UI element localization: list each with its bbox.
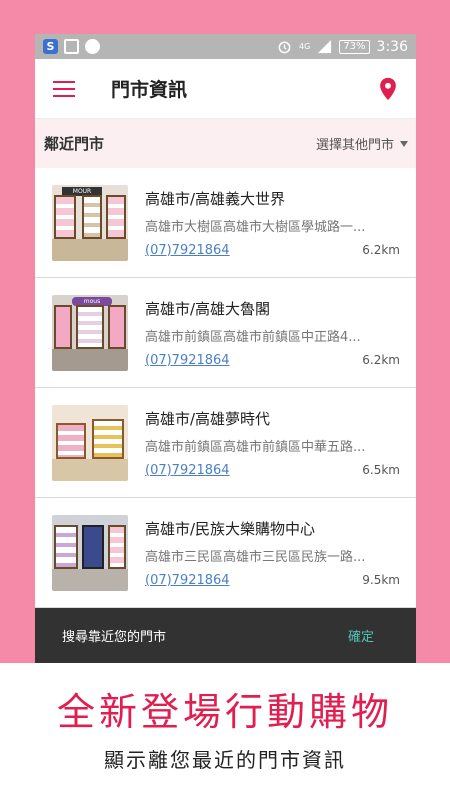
map-pin-icon[interactable]: [378, 77, 398, 101]
store-address: 高雄市前鎮區高雄市前鎮區中正路4...: [145, 329, 361, 345]
store-phone-link[interactable]: (07)7921864: [145, 573, 230, 588]
phone-screen: S 4G 73% 3:36 門市資訊 鄰近門市 選擇其他門市 MOUR 高雄市/…: [35, 34, 416, 663]
status-bar: S 4G 73% 3:36: [35, 34, 416, 59]
network-type: 4G: [299, 42, 311, 51]
store-address: 高雄市三民區高雄市三民區民族一路...: [145, 549, 366, 565]
store-row[interactable]: 高雄市/民族大樂購物中心 高雄市三民區高雄市三民區民族一路... (07)792…: [35, 498, 416, 608]
store-distance: 6.5km: [362, 463, 400, 477]
promo-subtitle: 顯示離您最近的門市資訊: [104, 748, 346, 772]
store-phone-link[interactable]: (07)7921864: [145, 243, 230, 258]
messenger-icon: [85, 39, 100, 54]
store-name: 高雄市/高雄義大世界: [145, 189, 286, 208]
select-other-store-label: 選擇其他門市: [315, 138, 394, 153]
store-name: 高雄市/高雄夢時代: [145, 409, 271, 428]
status-time: 3:36: [376, 38, 408, 55]
app-s-icon: S: [43, 39, 58, 54]
snackbar: 搜尋靠近您的門市 確定: [35, 608, 416, 663]
battery-indicator: 73%: [339, 39, 370, 54]
store-phone-link[interactable]: (07)7921864: [145, 463, 230, 478]
store-phone-link[interactable]: (07)7921864: [145, 353, 230, 368]
store-row[interactable]: 高雄市/高雄夢時代 高雄市前鎮區高雄市前鎮區中華五路... (07)792186…: [35, 388, 416, 498]
store-distance: 9.5km: [362, 573, 400, 587]
nearby-stores-header: 鄰近門市 選擇其他門市: [35, 119, 416, 168]
store-row[interactable]: MOUR 高雄市/高雄義大世界 高雄市大樹區高雄市大樹區學城路一... (07)…: [35, 168, 416, 278]
store-row[interactable]: mous 高雄市/高雄大魯閣 高雄市前鎮區高雄市前鎮區中正路4... (07)7…: [35, 278, 416, 388]
promo-title: 全新登場行動購物: [56, 690, 393, 734]
store-address: 高雄市前鎮區高雄市前鎮區中華五路...: [145, 439, 366, 455]
snackbar-confirm-button[interactable]: 確定: [348, 626, 374, 645]
store-photo: mous: [52, 294, 128, 371]
store-list: MOUR 高雄市/高雄義大世界 高雄市大樹區高雄市大樹區學城路一... (07)…: [35, 168, 416, 608]
store-name: 高雄市/民族大樂購物中心: [145, 519, 316, 538]
promo-caption: 全新登場行動購物 顯示離您最近的門市資訊: [0, 663, 450, 800]
store-name: 高雄市/高雄大魯閣: [145, 299, 271, 318]
caret-down-icon: [400, 140, 408, 147]
store-photo: [52, 514, 128, 591]
store-photo: MOUR: [52, 184, 128, 261]
page-title: 門市資訊: [111, 79, 188, 101]
store-distance: 6.2km: [362, 353, 400, 367]
nearby-stores-label: 鄰近門市: [44, 135, 105, 153]
hamburger-menu-icon[interactable]: [53, 80, 75, 97]
snackbar-message: 搜尋靠近您的門市: [62, 630, 167, 645]
store-address: 高雄市大樹區高雄市大樹區學城路一...: [145, 219, 366, 235]
select-other-store-dropdown[interactable]: 選擇其他門市: [316, 134, 408, 153]
store-distance: 6.2km: [362, 243, 400, 257]
app-bar: 門市資訊: [35, 59, 416, 119]
alarm-icon: [278, 41, 291, 54]
store-photo: [52, 404, 128, 481]
image-icon: [64, 39, 79, 54]
signal-icon: [318, 39, 332, 54]
